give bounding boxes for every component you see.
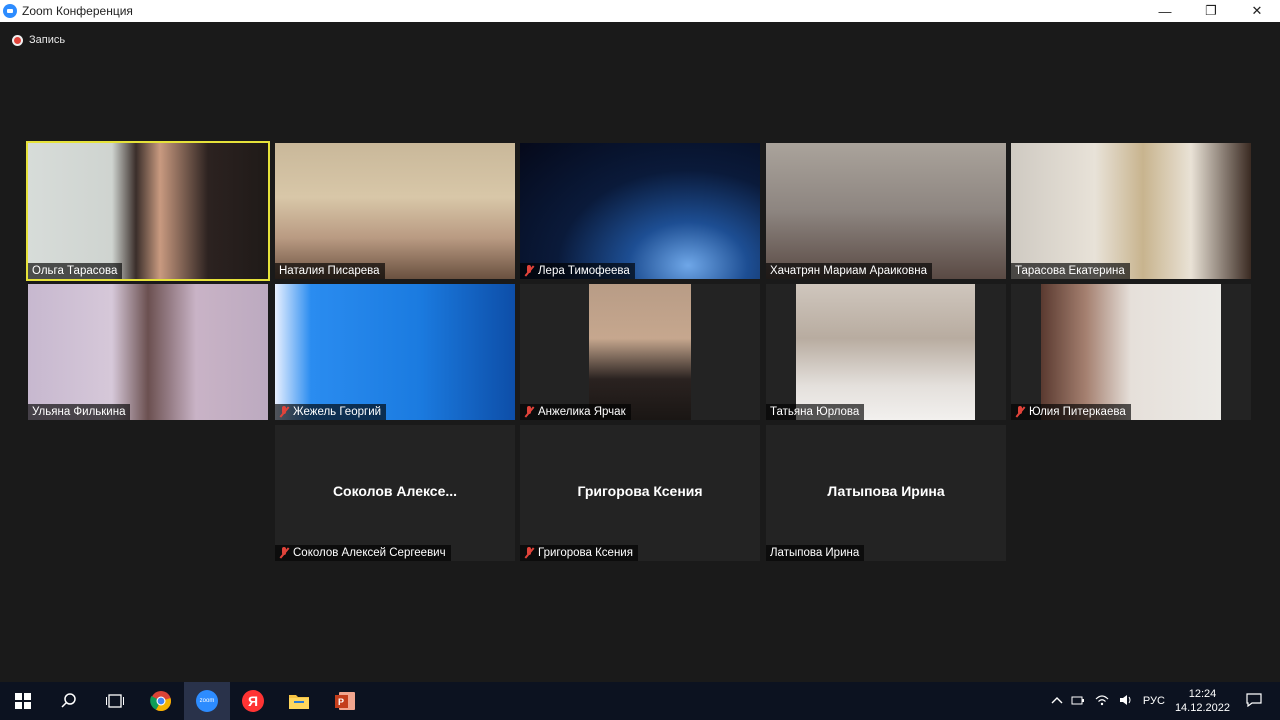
clock-date: 14.12.2022 [1174, 702, 1230, 714]
svg-text:P: P [338, 697, 344, 707]
video-tile-yulia-piterkaeva[interactable]: Юлия Питеркаева [1011, 284, 1251, 420]
video-tile-tarasova-ekaterina[interactable]: Тарасова Екатерина [1011, 143, 1251, 279]
zoom-logo-icon [3, 4, 17, 18]
wifi-icon[interactable] [1095, 694, 1109, 709]
participant-name-label: Ульяна Филькина [28, 404, 131, 420]
search-icon[interactable] [46, 682, 92, 720]
participant-name-label: Григорова Ксения [520, 545, 638, 561]
recording-label: Запись [29, 34, 66, 46]
video-tile-anzhelika-yarchak[interactable]: Анжелика Ярчак [520, 284, 760, 420]
participant-video [589, 284, 691, 420]
maximize-button[interactable]: ❐ [1188, 0, 1234, 22]
video-tile-olga-tarasova[interactable]: Ольга Тарасова [26, 141, 270, 281]
window-title: Zoom Конференция [22, 4, 133, 18]
video-tile-tatyana-yurlova[interactable]: Татьяна Юрлова [766, 284, 1006, 420]
notifications-icon[interactable] [1246, 692, 1262, 710]
video-tile-natalia-pisareva[interactable]: Наталия Писарева [275, 143, 515, 279]
participant-video [28, 284, 268, 420]
close-button[interactable]: ✕ [1234, 0, 1280, 22]
participant-display-name: Латыпова Ирина [827, 483, 945, 499]
task-view-icon[interactable] [92, 682, 138, 720]
participant-name-label: Соколов Алексей Сергеевич [275, 545, 451, 561]
muted-mic-icon [279, 406, 289, 418]
participant-display-name: Григорова Ксения [577, 483, 703, 499]
participant-video [275, 284, 515, 420]
participant-video [1011, 143, 1251, 279]
participant-name-label: Татьяна Юрлова [766, 404, 865, 420]
windows-taskbar: zoom Я P РУС 12:24 14.12.2022 [0, 682, 1280, 720]
participant-video [796, 284, 975, 420]
record-icon [12, 34, 23, 46]
yandex-app-label: Я [242, 690, 264, 712]
name-tile-sokolov-aleksey[interactable]: Соколов Алексе... Соколов Алексей Сергее… [275, 425, 515, 561]
participant-name-label: Ольга Тарасова [28, 263, 123, 279]
volume-icon[interactable] [1119, 694, 1133, 709]
video-tile-ulyana-filkina[interactable]: Ульяна Филькина [28, 284, 268, 420]
clock-time: 12:24 [1188, 688, 1217, 700]
chevron-up-icon[interactable] [1051, 695, 1063, 707]
zoom-app-label: zoom [196, 690, 218, 712]
participant-video [275, 143, 515, 279]
participant-name-label: Хачатрян Мариам Араиковна [766, 263, 932, 279]
muted-mic-icon [524, 547, 534, 559]
participant-name-label: Наталия Писарева [275, 263, 385, 279]
file-explorer-icon[interactable] [276, 682, 322, 720]
minimize-button[interactable]: — [1142, 0, 1188, 22]
title-bar: Zoom Конференция — ❐ ✕ [0, 0, 1280, 22]
participant-name-label: Жежель Георгий [275, 404, 387, 420]
name-tile-latypova-irina[interactable]: Латыпова Ирина Латыпова Ирина [766, 425, 1006, 561]
battery-network-icon[interactable] [1071, 694, 1085, 709]
video-tile-zhezhel-georgiy[interactable]: Жежель Георгий [275, 284, 515, 420]
system-tray: РУС 12:24 14.12.2022 [1051, 682, 1280, 720]
name-tile-grigorova-ksenia[interactable]: Григорова Ксения Григорова Ксения [520, 425, 760, 561]
zoom-taskbar-icon[interactable]: zoom [184, 682, 230, 720]
participant-name-label: Лера Тимофеева [520, 263, 635, 279]
yandex-browser-icon[interactable]: Я [230, 682, 276, 720]
participant-name-label: Латыпова Ирина [766, 545, 865, 561]
muted-mic-icon [279, 547, 289, 559]
windows-start-icon[interactable] [0, 682, 46, 720]
muted-mic-icon [524, 406, 534, 418]
participant-video [520, 143, 760, 279]
language-indicator[interactable]: РУС [1143, 695, 1165, 707]
participant-display-name: Соколов Алексе... [332, 483, 458, 499]
powerpoint-icon[interactable]: P [322, 682, 368, 720]
participant-name-label: Юлия Питеркаева [1011, 404, 1131, 420]
participant-name-label: Анжелика Ярчак [520, 404, 631, 420]
participant-name-label: Тарасова Екатерина [1011, 263, 1130, 279]
participant-video [28, 143, 268, 279]
participant-video [766, 143, 1006, 279]
video-tile-lera-timofeeva[interactable]: Лера Тимофеева [520, 143, 760, 279]
muted-mic-icon [524, 265, 534, 277]
video-tile-khachatryan-mariam[interactable]: Хачатрян Мариам Араиковна [766, 143, 1006, 279]
participant-video [1041, 284, 1221, 420]
recording-indicator[interactable]: Запись [12, 34, 65, 46]
muted-mic-icon [1015, 406, 1025, 418]
clock[interactable]: 12:24 14.12.2022 [1175, 687, 1230, 715]
chrome-icon[interactable] [138, 682, 184, 720]
